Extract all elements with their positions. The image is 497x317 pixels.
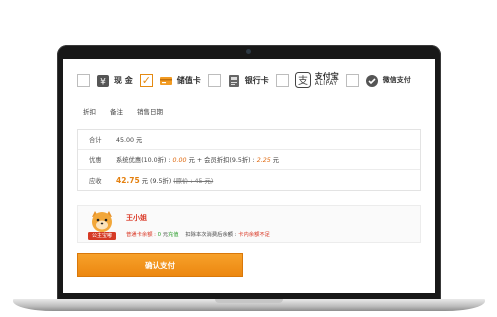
bank-card-label: 银行卡 [244,75,269,85]
balance-label: 普通卡余额 : [126,232,158,238]
receivable-row: 应收 42.75 元 (9.5折) (原价 : 45 元) [78,170,420,190]
payment-method-selector: ¥ 现 金 ✓ 储值卡 银行卡 支 支付宝 ALIPAY 微信支付 [77,69,418,91]
alipay-sublabel: ALIPAY [314,80,338,87]
stored-value-card-icon [159,73,173,87]
after-balance-value: 卡内余额不足 [238,232,270,238]
laptop-frame: ¥ 现 金 ✓ 储值卡 银行卡 支 支付宝 ALIPAY 微信支付 折扣 备注 … [57,45,441,305]
original-price: (原价 : 45 元) [173,177,214,185]
alipay-icon: 支 [294,72,311,88]
amount-summary-table: 合计 45.00 元 优惠 系统优惠(10.0折) : 0.00 元 + 会员折… [77,129,421,191]
discount-row: 优惠 系统优惠(10.0折) : 0.00 元 + 会员折扣(9.5折) : 2… [78,150,420,170]
cash-icon: ¥ [96,73,110,88]
member-discount-value: 2.25 [256,157,271,164]
alipay-label-group: 支付宝 ALIPAY [315,73,339,87]
svg-text:支: 支 [298,75,308,87]
bank-card-icon [227,73,241,87]
total-value: 45.00 元 [116,137,143,144]
member-name: 王小姐 [126,214,147,222]
confirm-payment-button[interactable]: 确认支付 [77,253,243,277]
cash-checkbox[interactable] [77,73,90,87]
tab-discount[interactable]: 折扣 [83,106,96,116]
tab-remark[interactable]: 备注 [110,106,123,116]
payment-method-bank-card[interactable]: 银行卡 [207,73,269,87]
tab-sale-date[interactable]: 销售日期 [137,106,163,116]
total-row: 合计 45.00 元 [78,130,420,150]
laptop-notch [215,299,283,303]
camera-icon [246,49,251,54]
total-label: 合计 [89,137,102,144]
discount-detail: 系统优惠(10.0折) : 0.00 元 + 会员折扣(9.5折) : 2.25… [116,157,280,164]
discount-label: 优惠 [89,157,102,164]
option-tabs: 折扣 备注 销售日期 [83,106,177,116]
member-avatar: 公主宝嘟 [86,209,118,241]
payment-method-wechat[interactable]: 微信支付 [345,73,411,87]
wechat-checkbox[interactable] [345,73,359,87]
avatar-text: 公主宝嘟 [91,233,112,239]
payment-method-alipay[interactable]: 支 支付宝 ALIPAY [275,72,339,88]
system-discount-value: 0.00 [172,157,187,164]
after-balance-label: 扣除本次消费后余额 : [185,232,239,238]
receivable-value: 42.75 [116,175,140,185]
bank-card-checkbox[interactable] [207,73,221,87]
stored-card-label: 储值卡 [176,75,201,85]
balance-state: 充值 [168,232,179,238]
wechat-pay-label: 微信支付 [382,76,411,84]
payment-screen: ¥ 现 金 ✓ 储值卡 银行卡 支 支付宝 ALIPAY 微信支付 折扣 备注 … [63,59,435,293]
payment-method-stored-card[interactable]: ✓ 储值卡 [139,73,201,87]
receivable-label: 应收 [89,177,102,185]
payment-method-cash[interactable]: ¥ 现 金 [77,73,133,88]
alipay-checkbox[interactable] [275,73,289,87]
cash-label: 现 金 [114,75,133,85]
receivable-detail: 42.75 元 (9.5折) (原价 : 45 元) [116,175,214,185]
member-balance-info: 普通卡余额 : 0 元充值 扣除本次消费后余额 : 卡内余额不足 [126,232,270,238]
member-card: 公主宝嘟 王小姐 普通卡余额 : 0 元充值 扣除本次消费后余额 : 卡内余额不… [77,205,421,243]
wechat-pay-icon [365,73,379,87]
svg-text:¥: ¥ [100,78,106,88]
stored-card-checkbox[interactable]: ✓ [139,73,153,87]
